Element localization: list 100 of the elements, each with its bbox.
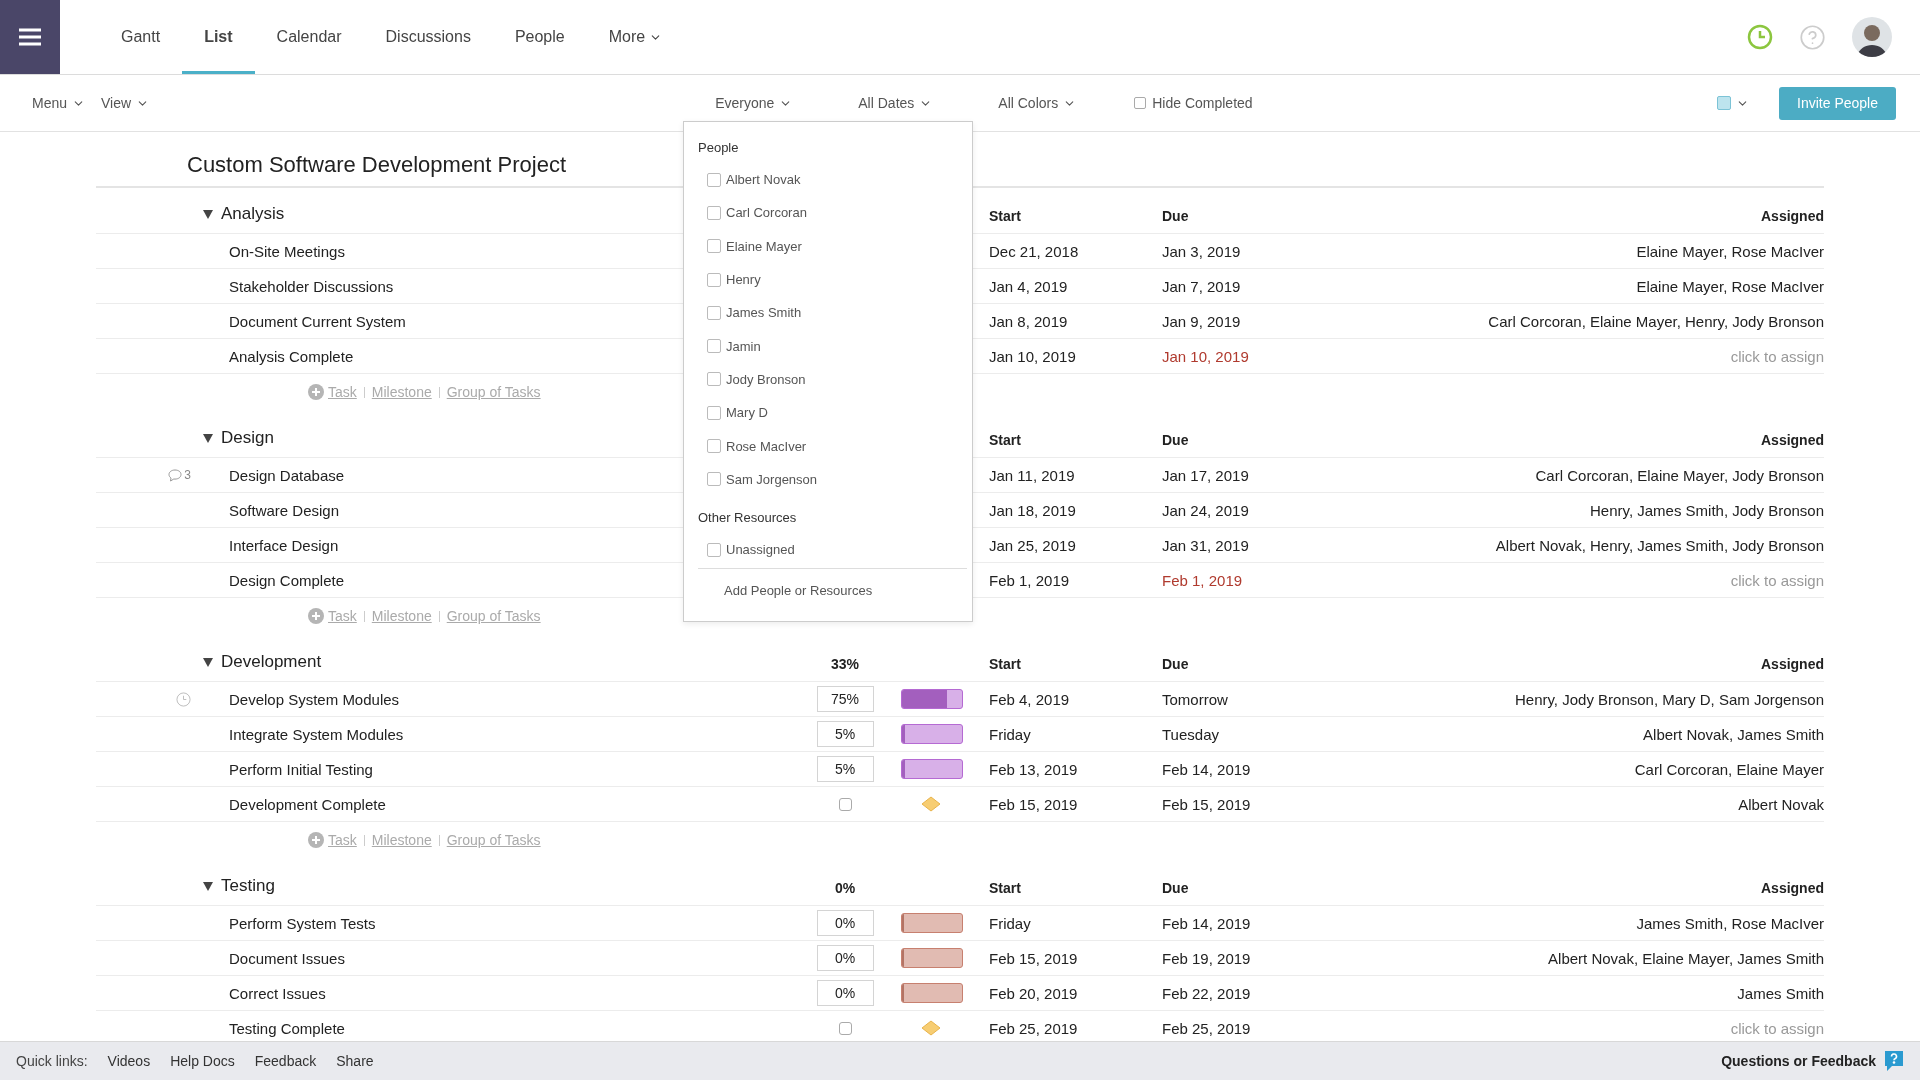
percent-field[interactable]: 5% (816, 756, 874, 782)
collapse-triangle-icon[interactable] (203, 209, 213, 219)
color-swatch[interactable] (1717, 96, 1732, 110)
filter-dropdown[interactable]: All Colors (990, 95, 1085, 111)
collapse-triangle-icon[interactable] (203, 433, 213, 443)
add-people-button[interactable]: Add People or Resources (698, 568, 967, 599)
group-name[interactable]: Analysis (203, 204, 285, 224)
start-date: Friday (989, 725, 1032, 743)
due-date: Feb 22, 2019 (1162, 984, 1252, 1002)
group-name[interactable]: Design (203, 428, 274, 448)
column-header: Start (989, 432, 1022, 448)
menu-checkbox-item[interactable]: James Smith (698, 296, 967, 330)
assignees: Henry, James Smith, Jody Bronson (1590, 501, 1824, 519)
assignees: Elaine Mayer, Rose MacIver (1636, 277, 1824, 295)
column-header: Assigned (1761, 432, 1824, 448)
start-date: Feb 1, 2019 (989, 571, 1071, 589)
due-date: Feb 14, 2019 (1162, 760, 1252, 778)
percent-field[interactable]: 5% (816, 721, 874, 747)
menu-checkbox-item[interactable]: Henry (698, 262, 967, 297)
footer-link[interactable]: Feedback (254, 1053, 317, 1069)
nav-tab[interactable]: Discussions (363, 0, 493, 74)
menu-checkbox-item[interactable]: Elaine Mayer (698, 229, 967, 263)
column-header: Due (1162, 880, 1190, 896)
percent-field[interactable]: 0% (816, 980, 874, 1006)
due-date: Jan 31, 2019 (1162, 536, 1250, 554)
milestone-checkbox[interactable] (838, 797, 852, 811)
due-date: Tomorrow (1162, 690, 1229, 708)
assignees: Albert Novak, James Smith (1643, 725, 1824, 743)
due-date: Feb 1, 2019 (1162, 571, 1244, 589)
chat-bubble-icon[interactable] (1884, 1050, 1904, 1072)
group-name[interactable]: Testing (203, 876, 275, 896)
assignees: James Smith (1737, 984, 1824, 1002)
assignees: Albert Novak (1738, 795, 1824, 813)
task-name[interactable]: Correct Issues (203, 984, 800, 1002)
assignees: Henry, Jody Bronson, Mary D, Sam Jorgenson (1514, 690, 1824, 708)
due-date: Jan 9, 2019 (1162, 312, 1242, 330)
start-date: Jan 18, 2019 (989, 501, 1077, 519)
menu-checkbox-item[interactable]: Jody Bronson (698, 362, 967, 397)
task-name[interactable]: Integrate System Modules (203, 725, 800, 743)
group-name[interactable]: Development (203, 652, 322, 672)
nav-tab[interactable]: More (586, 0, 685, 74)
toolbar-menu[interactable]: Menu (24, 95, 94, 111)
collapse-triangle-icon[interactable] (203, 881, 213, 891)
task-name[interactable]: Perform Initial Testing (203, 760, 800, 778)
nav-tab[interactable]: List (182, 0, 255, 74)
assignees: Albert Novak, Henry, James Smith, Jody Bronson (1495, 536, 1824, 554)
milestone-diamond-icon (921, 1020, 941, 1036)
assignees: Albert Novak, Elaine Mayer, James Smith (1548, 949, 1824, 967)
hide-completed-checkbox[interactable]: Hide Completed (1134, 95, 1253, 111)
due-date: Feb 19, 2019 (1162, 949, 1252, 967)
user-avatar[interactable] (1852, 17, 1892, 57)
footer-link[interactable]: Help Docs (170, 1053, 235, 1069)
start-date: Feb 13, 2019 (989, 760, 1079, 778)
footer-link[interactable]: Share (336, 1053, 374, 1069)
due-date: Feb 15, 2019 (1162, 795, 1252, 813)
due-date: Feb 14, 2019 (1162, 914, 1252, 932)
column-header: Start (989, 656, 1022, 672)
task-name[interactable]: Perform System Tests (203, 914, 800, 932)
assignees: Carl Corcoran, Elaine Mayer (1634, 760, 1824, 778)
column-header: Start (989, 208, 1022, 224)
start-date: Feb 15, 2019 (989, 949, 1079, 967)
task-name[interactable]: Develop System Modules (203, 690, 800, 708)
milestone-checkbox[interactable] (838, 1021, 852, 1035)
group-percent: 33% (831, 656, 859, 672)
column-header: Due (1162, 432, 1190, 448)
footer-link[interactable]: Videos (107, 1053, 151, 1069)
milestone-diamond-icon (921, 796, 941, 812)
toolbar-menu[interactable]: View (93, 95, 158, 111)
menu-checkbox-item[interactable]: Jamin (698, 329, 967, 363)
task-name[interactable]: Document Issues (203, 949, 800, 967)
menu-checkbox-item[interactable]: Sam Jorgenson (698, 462, 967, 496)
hamburger-icon[interactable] (19, 28, 41, 46)
collapse-triangle-icon[interactable] (203, 657, 213, 667)
start-date: Jan 11, 2019 (989, 466, 1076, 484)
filter-dropdown[interactable]: All Dates (850, 95, 941, 111)
feedback-link[interactable]: Questions or Feedback (1721, 1050, 1904, 1072)
start-date: Feb 20, 2019 (989, 984, 1079, 1002)
menu-checkbox-item[interactable]: Carl Corcoran (698, 196, 967, 230)
menu-checkbox-item[interactable]: Rose MacIver (698, 429, 967, 463)
start-date: Jan 10, 2019 (989, 347, 1077, 365)
task-name[interactable]: Development Complete (203, 795, 800, 813)
nav-tab[interactable]: People (492, 0, 587, 74)
nav-tab[interactable]: Gantt (99, 0, 183, 74)
percent-field[interactable]: 0% (816, 945, 874, 971)
menu-button[interactable] (0, 0, 60, 74)
assignees: James Smith, Rose MacIver (1636, 914, 1824, 932)
menu-checkbox-item[interactable]: Unassigned (698, 532, 967, 567)
task-name[interactable]: Testing Complete (203, 1019, 800, 1037)
start-date: Dec 21, 2018 (989, 242, 1080, 260)
filter-dropdown[interactable]: Everyone (707, 95, 801, 111)
start-date: Jan 4, 2019 (989, 277, 1069, 295)
start-date: Jan 8, 2019 (989, 312, 1069, 330)
nav-tab[interactable]: Calendar (254, 0, 364, 74)
start-date: Feb 25, 2019 (989, 1019, 1079, 1037)
menu-checkbox-item[interactable]: Albert Novak (698, 163, 967, 197)
due-date: Jan 17, 2019 (1162, 466, 1250, 484)
percent-field[interactable]: 0% (816, 910, 874, 936)
column-header: Due (1162, 656, 1190, 672)
percent-field[interactable]: 75% (816, 686, 874, 712)
menu-checkbox-item[interactable]: Mary D (698, 396, 967, 430)
